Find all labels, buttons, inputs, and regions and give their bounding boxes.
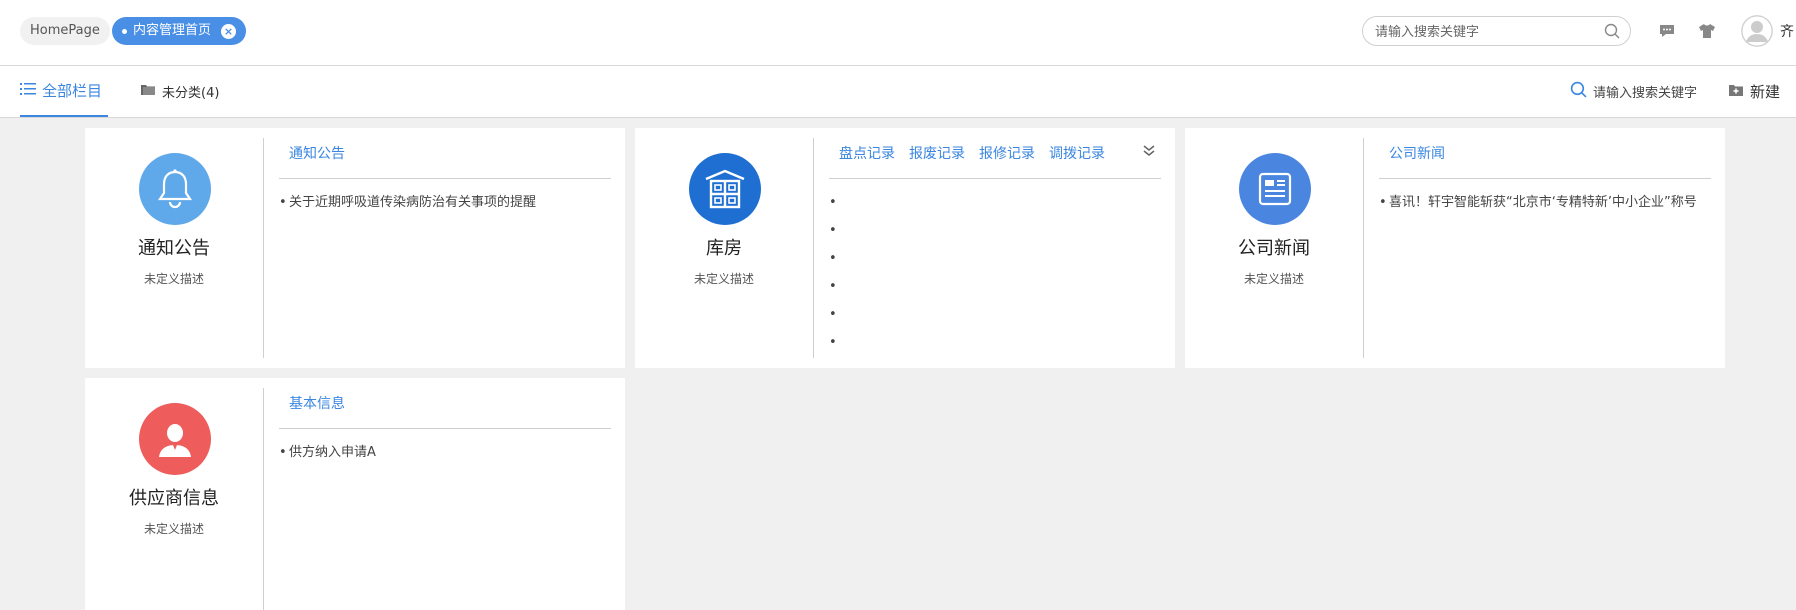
close-icon[interactable]: × [221, 23, 237, 39]
card-list: 关于近期呼吸道传染病防治有关事项的提醒 [279, 179, 611, 221]
list-icon [20, 82, 36, 100]
active-dot-icon [122, 28, 127, 34]
tab-uncategorized[interactable]: 未分类(4) [140, 66, 219, 117]
card-warehouse: 库房 未定义描述 盘点记录 报废记录 报修记录 调拨记录 [635, 128, 1175, 368]
message-icon[interactable] [1658, 22, 1676, 40]
card-description: 未定义描述 [143, 522, 204, 536]
divider [813, 138, 814, 358]
card-tabs: 盘点记录 报废记录 报修记录 调拨记录 [829, 128, 1161, 179]
card-warehouse-info: 库房 未定义描述 [635, 128, 813, 368]
card-tab[interactable]: 通知公告 [289, 143, 345, 163]
top-bar: HomePage 内容管理首页 × 齐 [0, 0, 1796, 66]
card-title[interactable]: 库房 [635, 234, 813, 260]
tab-content-management[interactable]: 内容管理首页 × [112, 17, 247, 45]
card-supplier-info: 供应商信息 未定义描述 [85, 378, 263, 610]
card-list [829, 179, 1161, 361]
username[interactable]: 齐 [1780, 21, 1794, 41]
tab-homepage[interactable]: HomePage [20, 17, 110, 45]
search-icon[interactable] [1604, 23, 1620, 43]
person-icon[interactable] [139, 403, 211, 475]
divider [1363, 138, 1364, 358]
card-tab-scrap[interactable]: 报废记录 [909, 143, 965, 163]
search-icon [1570, 81, 1587, 102]
column-bar: 全部栏目 未分类(4) 请输入搜索关键字 新建 [0, 66, 1796, 118]
newspaper-icon[interactable] [1239, 153, 1311, 225]
card-tabs: 通知公告 [279, 128, 611, 179]
list-item[interactable]: 供方纳入申请A [279, 443, 611, 471]
column-search-label: 请输入搜索关键字 [1593, 86, 1698, 101]
folder-icon [140, 83, 156, 101]
card-tab[interactable]: 公司新闻 [1389, 143, 1445, 163]
column-search[interactable]: 请输入搜索关键字 [1570, 66, 1697, 117]
card-description: 未定义描述 [693, 272, 754, 286]
card-tabs: 基本信息 [279, 378, 611, 429]
card-notice-info: 通知公告 未定义描述 [85, 128, 263, 368]
card-tab-inventory[interactable]: 盘点记录 [839, 143, 895, 163]
card-tabs: 公司新闻 [1379, 128, 1711, 179]
new-button[interactable]: 新建 [1728, 66, 1780, 117]
card-tab-repair[interactable]: 报修记录 [979, 143, 1035, 163]
list-item[interactable] [829, 193, 1161, 221]
card-content: 盘点记录 报废记录 报修记录 调拨记录 [829, 128, 1161, 361]
list-item[interactable] [829, 333, 1161, 361]
search-box [1362, 16, 1631, 46]
tab-all-label: 全部栏目 [42, 82, 103, 100]
card-description: 未定义描述 [1243, 272, 1304, 286]
new-button-label: 新建 [1750, 83, 1781, 101]
card-list: 喜讯！轩宇智能斩获“北京市‘专精特新’中小企业”称号 [1379, 179, 1711, 221]
add-folder-icon [1728, 83, 1744, 101]
card-news-info: 公司新闻 未定义描述 [1185, 128, 1363, 368]
list-item[interactable] [829, 277, 1161, 305]
divider [263, 138, 264, 358]
warehouse-icon[interactable] [689, 153, 761, 225]
list-item[interactable] [829, 305, 1161, 333]
card-title[interactable]: 供应商信息 [85, 484, 263, 510]
card-tab[interactable]: 基本信息 [289, 393, 345, 413]
list-item[interactable]: 喜讯！轩宇智能斩获“北京市‘专精特新’中小企业”称号 [1379, 193, 1711, 221]
card-title[interactable]: 公司新闻 [1185, 234, 1363, 260]
card-content: 通知公告 关于近期呼吸道传染病防治有关事项的提醒 [279, 128, 611, 221]
card-title[interactable]: 通知公告 [85, 234, 263, 260]
card-company-news: 公司新闻 未定义描述 公司新闻 喜讯！轩宇智能斩获“北京市‘专精特新’中小企业”… [1185, 128, 1725, 368]
card-supplier: 供应商信息 未定义描述 基本信息 供方纳入申请A [85, 378, 625, 610]
tab-label: 内容管理首页 [133, 23, 212, 38]
chevron-double-down-icon[interactable] [1143, 143, 1155, 162]
bell-icon[interactable] [139, 153, 211, 225]
tab-all-columns[interactable]: 全部栏目 [20, 66, 109, 117]
list-item[interactable] [829, 249, 1161, 277]
avatar[interactable] [1741, 15, 1773, 47]
card-list: 供方纳入申请A [279, 429, 611, 471]
list-item[interactable] [829, 221, 1161, 249]
tab-uncategorized-label: 未分类(4) [162, 86, 220, 101]
card-tab-transfer[interactable]: 调拨记录 [1049, 143, 1105, 163]
card-content: 公司新闻 喜讯！轩宇智能斩获“北京市‘专精特新’中小企业”称号 [1379, 128, 1711, 221]
shirt-icon[interactable] [1698, 22, 1716, 40]
list-item[interactable]: 关于近期呼吸道传染病防治有关事项的提醒 [279, 193, 611, 221]
card-content: 基本信息 供方纳入申请A [279, 378, 611, 471]
card-notice: 通知公告 未定义描述 通知公告 关于近期呼吸道传染病防治有关事项的提醒 [85, 128, 625, 368]
divider [263, 388, 264, 610]
search-input[interactable] [1375, 22, 1595, 42]
card-description: 未定义描述 [143, 272, 204, 286]
